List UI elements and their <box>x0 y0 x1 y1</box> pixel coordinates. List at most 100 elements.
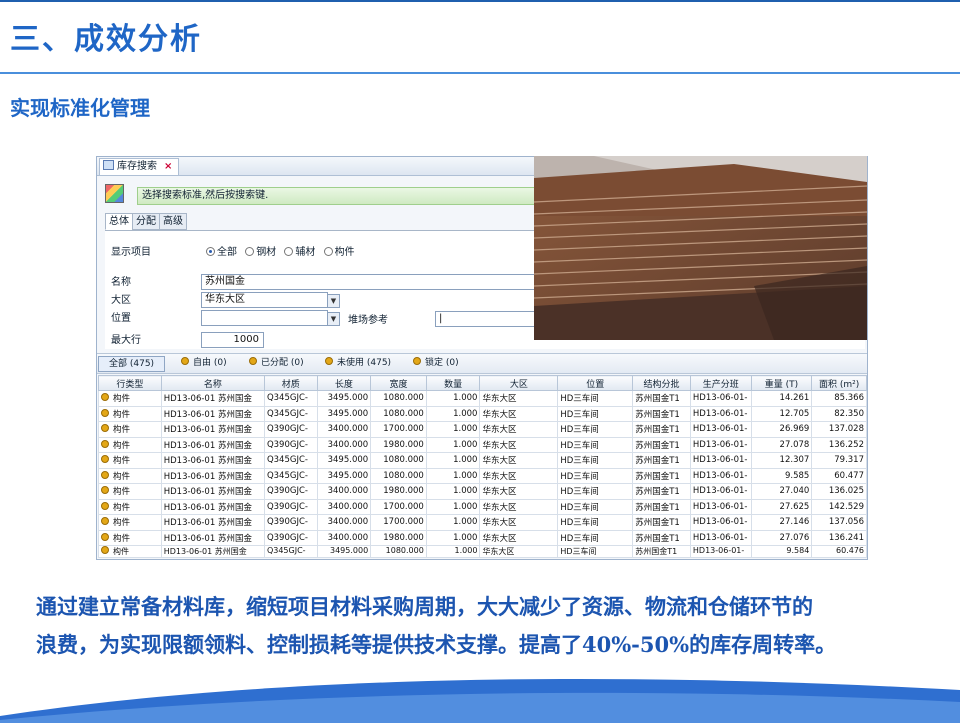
table-cell: 华东大区 <box>479 390 559 407</box>
table-cell: 构件 <box>98 483 162 500</box>
table-cell: HD13-06-01- <box>689 467 752 484</box>
table-row[interactable]: 构件 HD13-06-01 苏州国金 Q345GJC- 3495.000 1080.00… <box>98 467 867 484</box>
table-cell: 3495.000 <box>316 405 372 422</box>
col-name[interactable]: 名称 <box>160 375 265 391</box>
col-length[interactable]: 长度 <box>316 375 372 391</box>
table-cell: 26.969 <box>750 421 813 438</box>
filter-allocated[interactable]: 已分配 (0) <box>249 356 304 370</box>
col-shift[interactable]: 生产分班 <box>689 375 752 391</box>
table-row[interactable]: 构件 HD13-06-01 苏州国金 Q390GJC- 3400.000 1980.00… <box>98 483 867 500</box>
table-cell: HD13-06-01- <box>689 545 752 558</box>
table-cell: 82.350 <box>811 405 867 422</box>
table-cell: HD三车间 <box>557 483 634 500</box>
col-position[interactable]: 位置 <box>557 375 634 391</box>
table-cell: 华东大区 <box>479 498 559 515</box>
table-cell: HD三车间 <box>557 405 634 422</box>
table-cell: HD13-06-01 苏州国金 <box>160 452 265 469</box>
table-row[interactable]: 构件 HD13-06-01 苏州国金 Q345GJC- 3495.000 1080.00… <box>98 390 867 407</box>
col-width[interactable]: 宽度 <box>370 375 427 391</box>
filter-all[interactable]: 全部 (475) <box>98 356 166 372</box>
radio-auxiliary[interactable] <box>284 247 294 256</box>
radio-steel[interactable] <box>245 247 255 256</box>
table-cell: 华东大区 <box>479 405 559 422</box>
table-cell: 构件 <box>98 452 162 469</box>
col-weight[interactable]: 重量 (T) <box>750 375 813 391</box>
table-row[interactable]: 构件 HD13-06-01 苏州国金 Q390GJC- 3400.000 1980.00… <box>98 529 867 546</box>
row-type-label: 构件 <box>113 456 131 467</box>
bottom-wave <box>0 678 960 723</box>
table-cell: 构件 <box>98 545 162 558</box>
table-cell: Q345GJC- <box>263 545 318 558</box>
table-cell: 12.307 <box>750 452 813 469</box>
table-cell: 构件 <box>98 390 162 407</box>
table-row[interactable]: 构件 HD13-06-01 苏州国金 Q345GJC- 3495.000 1080.00… <box>98 545 867 558</box>
col-row-type[interactable]: 行类型 <box>98 375 162 391</box>
table-cell: 苏州国金T1 <box>632 436 691 453</box>
display-label: 显示项目 <box>111 247 151 258</box>
tab-allocation[interactable]: 分配 <box>132 213 160 230</box>
table-cell: 60.477 <box>811 467 867 484</box>
table-cell: 142.529 <box>811 498 867 515</box>
pin-icon <box>413 357 421 365</box>
table-row[interactable]: 构件 HD13-06-01 苏州国金 Q390GJC- 3400.000 1700.00… <box>98 421 867 438</box>
table-cell: 1980.000 <box>370 483 427 500</box>
table-cell: 27.146 <box>750 514 813 531</box>
col-batch[interactable]: 结构分批 <box>632 375 691 391</box>
table-cell: 60.476 <box>811 545 867 558</box>
table-row[interactable]: 构件 HD13-06-01 苏州国金 Q390GJC- 3400.000 1700.00… <box>98 514 867 531</box>
filter-free[interactable]: 自由 (0) <box>181 356 227 370</box>
table-cell: HD三车间 <box>557 514 634 531</box>
tab-advanced[interactable]: 高级 <box>159 213 187 230</box>
table-cell: 27.040 <box>750 483 813 500</box>
table-cell: 1980.000 <box>370 436 427 453</box>
filter-bar: 全部 (475) 自由 (0) 已分配 (0) 未使用 (475) 锁定 (0) <box>97 353 867 374</box>
radio-all[interactable] <box>206 247 215 256</box>
table-cell: 27.076 <box>750 529 813 546</box>
table-cell: 136.252 <box>811 436 867 453</box>
name-input[interactable]: 苏州国金 <box>201 274 536 290</box>
col-quantity[interactable]: 数量 <box>425 375 481 391</box>
col-region[interactable]: 大区 <box>479 375 559 391</box>
table-header: 行类型 名称 材质 长度 宽度 数量 大区 位置 结构分批 生产分班 重量 (T… <box>98 375 867 391</box>
filter-allocated-label: 已分配 (0) <box>261 358 304 368</box>
pin-icon <box>101 546 109 554</box>
pin-icon <box>101 486 109 495</box>
table-cell: HD13-06-01 苏州国金 <box>160 390 265 407</box>
col-material[interactable]: 材质 <box>263 375 318 391</box>
table-cell: 苏州国金T1 <box>632 421 691 438</box>
pin-icon <box>101 408 109 417</box>
table-cell: 构件 <box>98 436 162 453</box>
table-row[interactable]: 构件 HD13-06-01 苏州国金 Q390GJC- 3400.000 1980.00… <box>98 436 867 453</box>
close-icon[interactable]: × <box>164 161 172 172</box>
chevron-down-icon[interactable]: ▼ <box>327 294 340 308</box>
radio-component[interactable] <box>323 247 333 256</box>
table-row[interactable]: 构件 HD13-06-01 苏州国金 Q345GJC- 3495.000 1080.00… <box>98 452 867 469</box>
chevron-down-icon[interactable]: ▼ <box>327 312 340 326</box>
table-cell: 苏州国金T1 <box>632 390 691 407</box>
table-cell: HD13-06-01 苏州国金 <box>160 514 265 531</box>
sub-tabs: 总体 分配 高级 <box>105 213 187 230</box>
table-cell: 1700.000 <box>370 498 427 515</box>
table-row[interactable]: 构件 HD13-06-01 苏州国金 Q345GJC- 3495.000 1080.00… <box>98 405 867 422</box>
maxrows-input[interactable]: 1000 <box>201 332 264 348</box>
table-cell: 136.025 <box>811 483 867 500</box>
table-cell: HD13-06-01- <box>689 529 752 546</box>
table-cell: 1.000 <box>425 514 481 531</box>
position-select[interactable] <box>201 310 328 326</box>
table-row[interactable]: 构件 HD13-06-01 苏州国金 Q390GJC- 3400.000 1700.00… <box>98 498 867 515</box>
tab-general[interactable]: 总体 <box>105 213 133 230</box>
region-label: 大区 <box>111 295 131 306</box>
col-area[interactable]: 面积 (m²) <box>811 375 867 391</box>
region-select[interactable]: 华东大区 <box>201 292 328 308</box>
table-cell: HD13-06-01 苏州国金 <box>160 421 265 438</box>
filter-unused[interactable]: 未使用 (475) <box>325 356 391 370</box>
filter-locked[interactable]: 锁定 (0) <box>413 356 459 370</box>
table-cell: HD13-06-01 苏州国金 <box>160 405 265 422</box>
table-cell: 3400.000 <box>316 529 372 546</box>
table-cell: HD三车间 <box>557 452 634 469</box>
table-cell: 1700.000 <box>370 421 427 438</box>
table-cell: 27.078 <box>750 436 813 453</box>
tab-inventory-search[interactable]: 库存搜索 × <box>99 158 180 175</box>
table-cell: 3495.000 <box>316 467 372 484</box>
row-type-label: 构件 <box>113 533 131 544</box>
